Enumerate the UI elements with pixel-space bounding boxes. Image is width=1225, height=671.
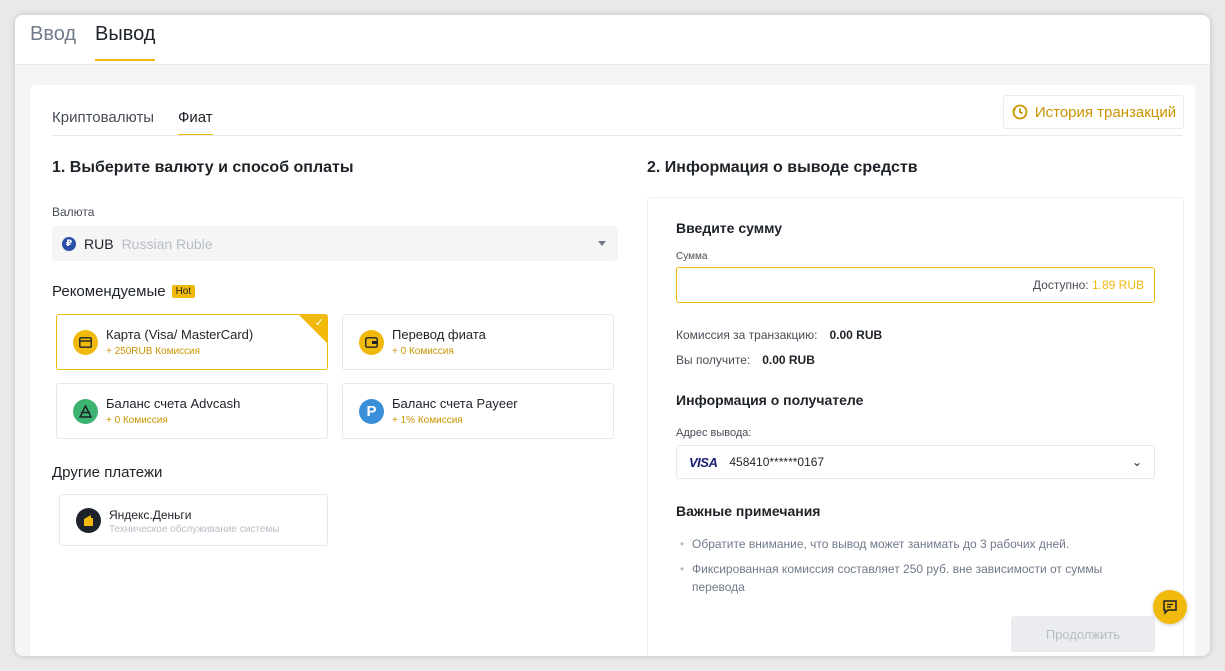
method-card-yandex-money[interactable]: Яндекс.Деньги Техническое обслуживание с… bbox=[59, 494, 328, 546]
step1-title: 1. Выберите валюту и способ оплаты bbox=[52, 159, 354, 176]
currency-name: Russian Ruble bbox=[121, 235, 213, 252]
withdraw-info-panel: Введите сумму Сумма Доступно: 1.89 RUB К… bbox=[647, 197, 1184, 656]
receive-row: Вы получите: 0.00 RUB bbox=[676, 353, 815, 367]
method-name: Баланс счета Payeer bbox=[392, 396, 518, 411]
notes-title: Важные примечания bbox=[676, 503, 821, 519]
available-label: Доступно: bbox=[1032, 278, 1089, 292]
method-card-fiat-transfer[interactable]: Перевод фиата + 0 Комиссия bbox=[342, 314, 614, 370]
tab-deposit[interactable]: Ввод bbox=[30, 23, 76, 58]
visa-logo-icon: VISA bbox=[689, 454, 718, 470]
note-item: Фиксированная комиссия составляет 250 ру… bbox=[680, 560, 1140, 596]
withdraw-address-select[interactable]: VISA 458410******0167 ⌄ bbox=[676, 445, 1155, 479]
history-icon bbox=[1012, 104, 1028, 120]
method-card-visa-mastercard[interactable]: Карта (Visa/ MasterCard) + 250RUB Комисс… bbox=[56, 314, 328, 370]
method-name: Баланс счета Advcash bbox=[106, 396, 241, 411]
method-status: Техническое обслуживание системы bbox=[109, 524, 280, 535]
divider bbox=[52, 135, 1183, 136]
fee-row: Комиссия за транзакцию: 0.00 RUB bbox=[676, 328, 882, 342]
tab-crypto[interactable]: Криптовалюты bbox=[52, 109, 154, 135]
available-value: 1.89 RUB bbox=[1091, 278, 1144, 292]
app-window: Ввод Вывод Криптовалюты Фиат История тра… bbox=[15, 15, 1210, 656]
method-name: Перевод фиата bbox=[392, 327, 486, 342]
recipient-title: Информация о получателе bbox=[676, 392, 864, 408]
chat-icon bbox=[1163, 600, 1177, 615]
card-icon bbox=[73, 330, 98, 355]
fee-value: 0.00 RUB bbox=[829, 328, 883, 342]
support-chat-button[interactable] bbox=[1153, 590, 1187, 624]
amount-title: Введите сумму bbox=[676, 220, 783, 236]
card-number: 458410******0167 bbox=[729, 455, 825, 469]
yandex-money-icon bbox=[76, 508, 101, 533]
method-name: Яндекс.Деньги bbox=[109, 508, 192, 522]
receive-label: Вы получите: bbox=[676, 353, 751, 367]
history-label: История транзакций bbox=[1034, 103, 1177, 121]
method-name: Карта (Visa/ MasterCard) bbox=[106, 327, 254, 342]
currency-label: Валюта bbox=[52, 205, 95, 219]
note-item: Обратите внимание, что вывод может заним… bbox=[680, 535, 1140, 553]
hot-badge: Hot bbox=[171, 285, 196, 298]
method-card-advcash[interactable]: Баланс счета Advcash + 0 Комиссия bbox=[56, 383, 328, 439]
wallet-icon bbox=[359, 330, 384, 355]
fee-label: Комиссия за транзакцию: bbox=[676, 328, 818, 342]
advcash-icon bbox=[73, 399, 98, 424]
check-icon: ✓ bbox=[314, 317, 324, 329]
method-fee: + 1% Комиссия bbox=[392, 415, 463, 426]
currency-code: RUB bbox=[84, 235, 114, 252]
other-payments-title: Другие платежи bbox=[52, 464, 163, 481]
currency-select[interactable]: ₽ RUB Russian Ruble bbox=[52, 226, 618, 261]
ruble-icon: ₽ bbox=[62, 236, 76, 251]
transaction-history-button[interactable]: История транзакций bbox=[1003, 95, 1184, 129]
chevron-down-icon: ⌄ bbox=[1131, 455, 1142, 469]
available-balance: Доступно: 1.89 RUB bbox=[1033, 278, 1144, 292]
method-fee: + 250RUB Комиссия bbox=[106, 346, 201, 357]
method-fee: + 0 Комиссия bbox=[392, 346, 454, 357]
recommended-label: Рекомендуемые bbox=[52, 283, 166, 300]
amount-label: Сумма bbox=[676, 251, 708, 262]
tab-fiat[interactable]: Фиат bbox=[178, 109, 213, 136]
address-label: Адрес вывода: bbox=[676, 427, 752, 439]
amount-input[interactable]: Доступно: 1.89 RUB bbox=[676, 267, 1155, 303]
top-tab-bar: Ввод Вывод bbox=[15, 15, 1210, 65]
recommended-title: Рекомендуемые Hot bbox=[52, 283, 196, 300]
method-fee: + 0 Комиссия bbox=[106, 415, 168, 426]
method-card-payeer[interactable]: P Баланс счета Payeer + 1% Комиссия bbox=[342, 383, 614, 439]
payeer-icon: P bbox=[359, 399, 384, 424]
receive-value: 0.00 RUB bbox=[762, 353, 815, 367]
withdraw-card: Криптовалюты Фиат История транзакций 1. … bbox=[30, 85, 1195, 656]
tab-withdraw[interactable]: Вывод bbox=[95, 23, 156, 61]
step2-title: 2. Информация о выводе средств bbox=[647, 159, 918, 176]
continue-button[interactable]: Продолжить bbox=[1011, 616, 1155, 652]
caret-down-icon bbox=[598, 241, 606, 246]
